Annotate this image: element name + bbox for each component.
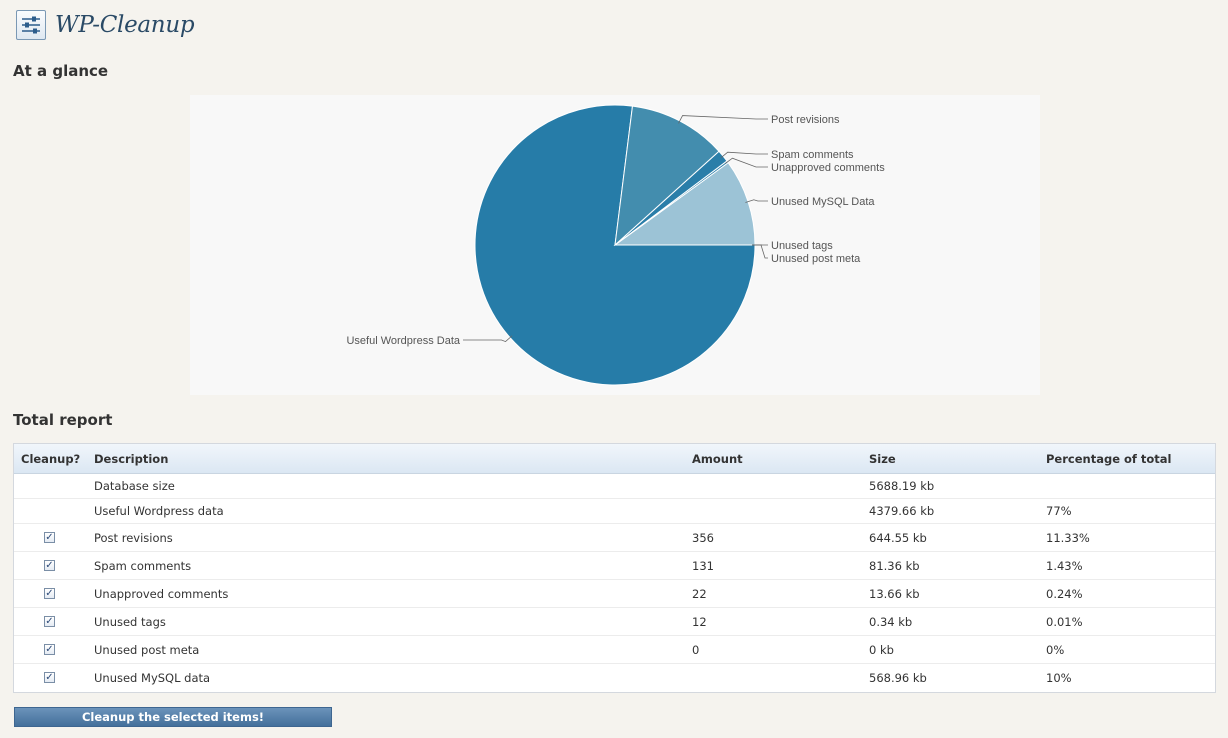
table-row: Useful Wordpress data 4379.66 kb 77% [14,498,1215,524]
pie-label: Unapproved comments [771,162,885,174]
row-amount: 12 [692,607,869,636]
cleanup-checkbox-unused-tags[interactable]: ✓ [44,616,55,627]
row-size: 4379.66 kb [869,498,1046,524]
pie-label: Post revisions [771,114,840,126]
cleanup-checkbox-unused-mysql-data[interactable]: ✓ [44,672,55,683]
row-size: 81.36 kb [869,551,1046,580]
row-description: Unused tags [94,607,692,636]
row-percentage: 0.01% [1046,607,1215,636]
cleanup-checkbox-spam-comments[interactable]: ✓ [44,560,55,571]
col-header-amount: Amount [692,444,869,474]
sliders-icon [16,10,46,40]
pie-label: Spam comments [771,149,854,161]
cleanup-selected-button[interactable]: Cleanup the selected items! [14,707,332,727]
row-percentage: 10% [1046,670,1072,685]
row-description: Unused post meta [94,635,692,664]
pie-leader-line [725,157,768,168]
row-description: Useful Wordpress data [94,498,692,524]
pie-label: Unused post meta [771,253,861,265]
pie-chart-svg: Useful Wordpress DataUnused post metaUnu… [346,104,885,386]
row-percentage: 0% [1046,635,1215,664]
report-table: Cleanup? Description Amount Size Percent… [13,443,1216,693]
section-heading-glance: At a glance [13,62,109,80]
row-description: Unused MySQL data [94,670,211,685]
row-size: 0 kb [869,635,1046,664]
pie-leader-line [678,115,768,124]
row-amount: 356 [692,523,869,552]
row-percentage: 1.43% [1046,551,1215,580]
row-size: 644.55 kb [869,523,1046,552]
row-size: 0.34 kb [869,607,1046,636]
pie-leader-line [720,151,768,159]
pie-label: Unused tags [771,240,833,252]
cleanup-checkbox-unapproved-comments[interactable]: ✓ [44,588,55,599]
table-row: ✓ Unused MySQL data 568.96 kb 10% [14,664,1215,692]
table-row: ✓ Unused post meta 0 0 kb 0% [14,635,1215,664]
row-description: Database size [94,473,692,499]
row-description: Spam comments [94,551,692,580]
row-size: 13.66 kb [869,579,1046,608]
col-header-description: Description [94,444,692,474]
row-size: 5688.19 kb [869,473,1046,499]
col-header-percentage: Percentage of total [1046,444,1215,474]
pie-chart: Useful Wordpress Data Unused post meta Unu… [190,95,1040,395]
table-row: ✓ Unapproved comments 22 13.66 kb 0.24% [14,579,1215,608]
row-percentage [1046,473,1215,499]
table-row: Database size 5688.19 kb [14,473,1215,499]
table-row: ✓ Spam comments 131 81.36 kb 1.43% [14,551,1215,580]
row-description: Unapproved comments [94,579,692,608]
pie-leader-line [463,335,513,343]
row-amount [692,498,869,524]
row-percentage: 11.33% [1046,523,1215,552]
pie-label: Useful Wordpress Data [346,335,460,347]
row-amount: 22 [692,579,869,608]
section-heading-report: Total report [13,411,113,429]
row-amount [692,473,869,499]
table-row: ✓ Post revisions 356 644.55 kb 11.33% [14,523,1215,552]
row-amount: 0 [692,635,869,664]
row-amount [692,664,869,692]
row-percentage: 77% [1046,498,1215,524]
row-amount: 131 [692,551,869,580]
table-header-row: Cleanup? Description Amount Size Percent… [14,444,1215,474]
row-size: 568.96 kb [869,670,927,685]
pie-label: Unused MySQL Data [771,196,875,208]
row-description: Post revisions [94,523,692,552]
row-percentage: 0.24% [1046,579,1215,608]
cleanup-checkbox-post-revisions[interactable]: ✓ [44,532,55,543]
page-header: WP-Cleanup [16,10,195,40]
table-row: ✓ Unused tags 12 0.34 kb 0.01% [14,607,1215,636]
app-title: WP-Cleanup [55,12,195,38]
cleanup-checkbox-unused-post-meta[interactable]: ✓ [44,644,55,655]
col-header-cleanup: Cleanup? [14,444,94,474]
col-header-size: Size [869,444,1046,474]
